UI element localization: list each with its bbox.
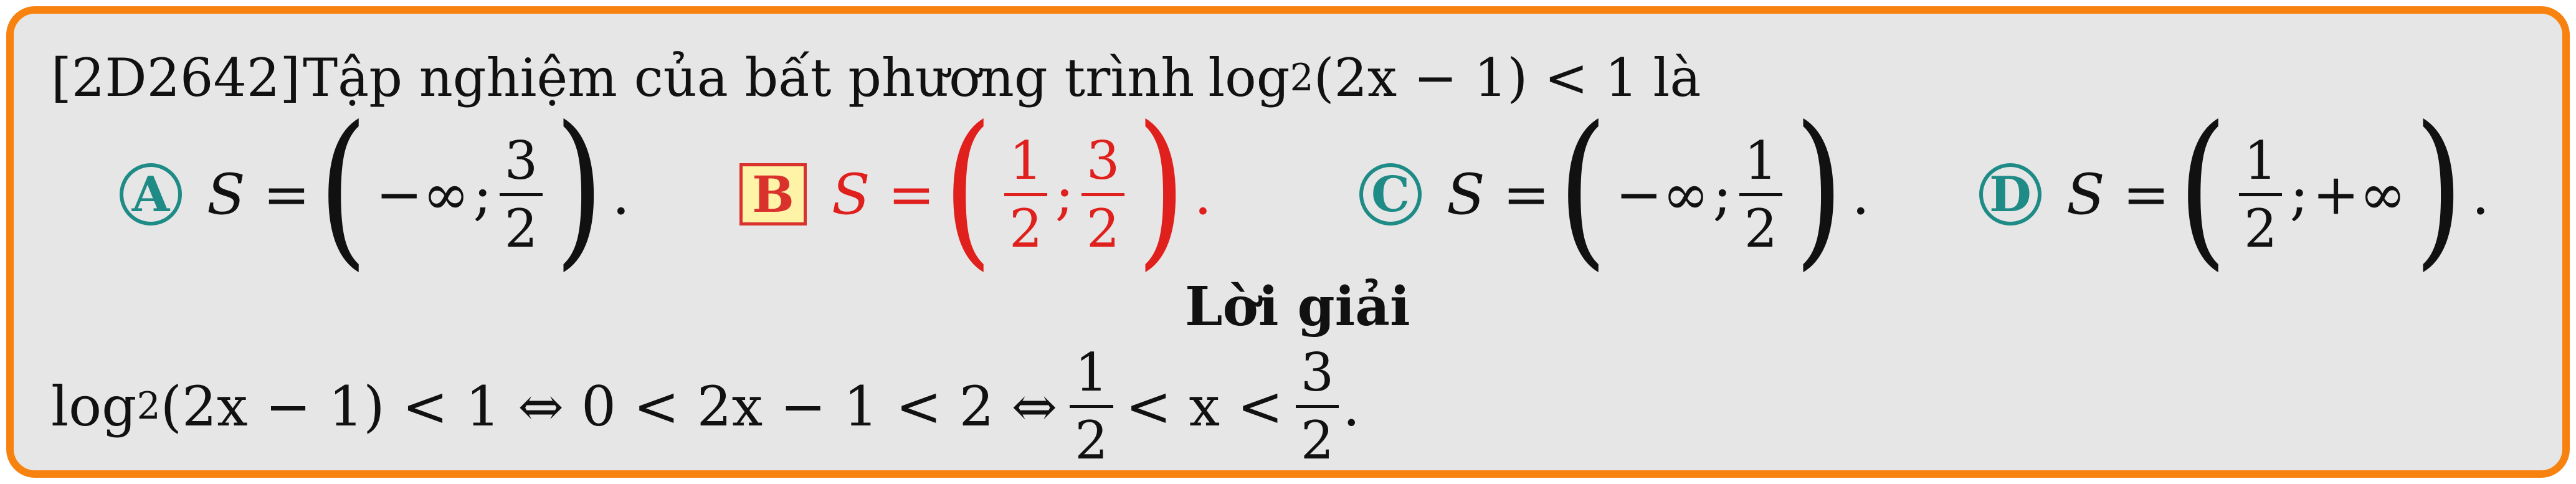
option-d-upper: +∞ bbox=[2312, 161, 2407, 227]
options-row: A S = ( −∞; 3 2 ). B S = ( 1 2 ; 3 2 ). bbox=[51, 104, 2518, 275]
option-c-upper-fraction: 1 2 bbox=[1739, 135, 1783, 255]
option-c-left-paren: ( bbox=[1557, 90, 1607, 286]
option-a-right-paren: ) bbox=[554, 90, 604, 286]
option-c[interactable]: C S = ( −∞; 1 2 ). bbox=[1359, 104, 1870, 275]
option-a-lhs: S = bbox=[207, 161, 310, 227]
option-a[interactable]: A S = ( −∞; 3 2 ). bbox=[120, 104, 630, 275]
option-b-letter: B bbox=[739, 163, 807, 225]
option-c-letter: C bbox=[1359, 163, 1422, 225]
solution-log-symbol: log bbox=[51, 374, 137, 439]
option-c-lhs: S = bbox=[1447, 161, 1550, 227]
option-a-letter: A bbox=[120, 163, 182, 225]
question-tail: là bbox=[1653, 47, 1701, 108]
option-d-lhs: S = bbox=[2066, 161, 2170, 227]
option-d-right-paren: ) bbox=[2414, 90, 2464, 286]
option-d-letter: D bbox=[1979, 163, 2041, 225]
option-c-right-paren: ) bbox=[1794, 90, 1844, 286]
option-b-lower-fraction: 1 2 bbox=[1004, 135, 1048, 255]
log-base: 2 bbox=[1290, 55, 1314, 100]
log-symbol: log bbox=[1208, 47, 1290, 108]
question-card: [2D2642] Tập nghiệm của bất phương trình… bbox=[6, 6, 2570, 478]
option-b-lhs: S = bbox=[832, 161, 935, 227]
option-b-upper-fraction: 3 2 bbox=[1081, 135, 1125, 255]
question-code: [2D2642] bbox=[51, 47, 301, 108]
solution-fraction-2: 3 2 bbox=[1295, 346, 1339, 467]
option-b-right-paren: ) bbox=[1136, 90, 1186, 286]
option-d-lower-fraction: 1 2 bbox=[2239, 135, 2283, 255]
option-d-left-paren: ( bbox=[2177, 90, 2227, 286]
solution-log-base: 2 bbox=[136, 384, 161, 428]
solution-end: . bbox=[1343, 374, 1361, 439]
solution-fraction-1: 1 2 bbox=[1070, 346, 1113, 467]
option-a-lower: −∞ bbox=[376, 161, 470, 227]
option-d[interactable]: D S = ( 1 2 ; +∞ ). bbox=[1979, 104, 2489, 275]
option-c-lower: −∞ bbox=[1615, 161, 1709, 227]
option-b[interactable]: B S = ( 1 2 ; 3 2 ). bbox=[739, 104, 1212, 275]
question-text: Tập nghiệm của bất phương trình bbox=[303, 47, 1195, 108]
question-line: [2D2642] Tập nghiệm của bất phương trình… bbox=[51, 39, 1701, 116]
option-a-upper-fraction: 3 2 bbox=[499, 135, 543, 255]
option-b-left-paren: ( bbox=[943, 90, 992, 286]
solution-line: log 2 (2x − 1) < 1 ⇔ 0 < 2x − 1 < 2 ⇔ 1 … bbox=[51, 338, 1360, 475]
solution-middle: < x < bbox=[1125, 374, 1283, 439]
option-a-left-paren: ( bbox=[318, 90, 368, 286]
solution-title: Lời giải bbox=[1185, 275, 1410, 338]
solution-chain: (2x − 1) < 1 ⇔ 0 < 2x − 1 < 2 ⇔ bbox=[160, 374, 1058, 439]
